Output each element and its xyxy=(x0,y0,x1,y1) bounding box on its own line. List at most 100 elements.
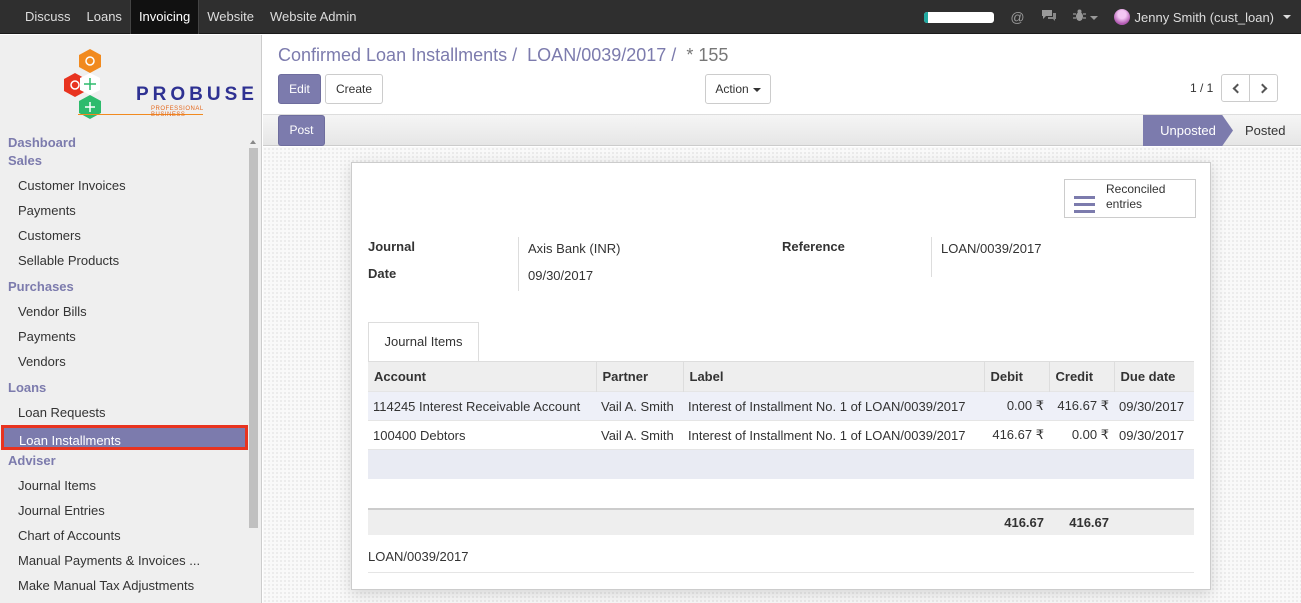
cell-credit: 0.00 ₹ xyxy=(1049,420,1114,450)
chevron-down-icon xyxy=(752,87,761,92)
sidebar-item-sellable-products[interactable]: Sellable Products xyxy=(0,248,248,273)
sidebar-item-journal-entries[interactable]: Journal Entries xyxy=(0,498,248,523)
menu-loans[interactable]: Loans xyxy=(79,0,130,34)
breadcrumb-separator: / xyxy=(512,45,518,65)
action-label: Action xyxy=(715,82,749,96)
menu-website-admin[interactable]: Website Admin xyxy=(262,0,364,34)
cell-label: Interest of Installment No. 1 of LOAN/00… xyxy=(683,391,984,421)
breadcrumb-current: * 155 xyxy=(686,45,729,65)
sidebar-item-manual-payments[interactable]: Manual Payments & Invoices ... xyxy=(0,548,248,573)
table-header: Account Partner Label Debit Credit Due d… xyxy=(368,361,1194,392)
column-credit[interactable]: Credit xyxy=(1049,361,1115,392)
post-button[interactable]: Post xyxy=(278,115,325,146)
column-due-date[interactable]: Due date xyxy=(1114,361,1194,392)
cell-label: Interest of Installment No. 1 of LOAN/00… xyxy=(683,420,984,450)
user-menu[interactable]: Jenny Smith (cust_loan) xyxy=(1113,9,1291,25)
sidebar-item-loan-installments[interactable]: Loan Installments xyxy=(1,425,248,450)
field-divider xyxy=(931,237,932,277)
create-button[interactable]: Create xyxy=(325,74,383,104)
sidebar-section-purchases: Purchases xyxy=(8,279,74,294)
empty-row xyxy=(368,449,1194,479)
chevron-down-icon xyxy=(1283,15,1291,19)
logo-text: PROBUSE xyxy=(136,84,258,105)
journal-label: Journal xyxy=(368,239,415,254)
pager-next[interactable] xyxy=(1249,74,1278,102)
logo-subtitle: PROFESSIONAL BUSINESS xyxy=(151,106,204,118)
cell-due-date: 09/30/2017 xyxy=(1114,420,1194,450)
reconciled-entries-button[interactable]: Reconciled entries xyxy=(1064,179,1196,218)
sidebar-menu: Dashboard Sales Customer Invoices Paymen… xyxy=(0,134,248,598)
menu-discuss[interactable]: Discuss xyxy=(17,0,79,34)
stage-unposted[interactable]: Unposted xyxy=(1143,115,1233,146)
breadcrumb-installments[interactable]: Confirmed Loan Installments xyxy=(278,45,507,65)
cell-due-date: 09/30/2017 xyxy=(1114,391,1194,421)
divider xyxy=(368,572,1194,573)
stage-posted[interactable]: Posted xyxy=(1245,115,1285,146)
sidebar-item-customer-invoices[interactable]: Customer Invoices xyxy=(0,173,248,198)
chevron-down-icon xyxy=(1089,16,1098,21)
reference-value: LOAN/0039/2017 xyxy=(941,241,1042,256)
menu-website[interactable]: Website xyxy=(199,0,262,34)
sidebar-item-vendors[interactable]: Vendors xyxy=(0,349,248,374)
top-navbar: Discuss Loans Invoicing Website Website … xyxy=(0,0,1301,34)
breadcrumb-loan[interactable]: LOAN/0039/2017 xyxy=(527,45,666,65)
systray: @ Jenny Smith (cust_loan) xyxy=(924,0,1291,34)
sidebar-item-payments[interactable]: Payments xyxy=(0,198,248,223)
move-reference: LOAN/0039/2017 xyxy=(368,549,469,564)
progress-bar xyxy=(924,11,995,23)
reference-label: Reference xyxy=(782,239,845,254)
cell-account: 114245 Interest Receivable Account xyxy=(368,391,596,421)
sidebar-item-customers[interactable]: Customers xyxy=(0,223,248,248)
cell-credit: 416.67 ₹ xyxy=(1049,391,1114,421)
edit-button[interactable]: Edit xyxy=(278,74,321,104)
tab-journal-items[interactable]: Journal Items xyxy=(368,322,479,362)
date-value: 09/30/2017 xyxy=(528,268,594,283)
date-label: Date xyxy=(368,266,397,281)
table-row[interactable]: 114245 Interest Receivable Account Vail … xyxy=(368,391,1194,421)
scroll-up-icon[interactable] xyxy=(250,140,256,144)
sidebar-item-vendor-payments[interactable]: Payments xyxy=(0,324,248,349)
scrollbar-thumb[interactable] xyxy=(249,148,258,528)
bug-icon[interactable] xyxy=(1072,9,1098,25)
action-dropdown[interactable]: Action xyxy=(705,74,771,104)
menu-invoicing[interactable]: Invoicing xyxy=(129,0,200,34)
sidebar-section-sales: Sales xyxy=(8,153,42,168)
chat-icon[interactable] xyxy=(1041,9,1057,25)
form-background: Reconciled entries Journal Date Axis Ban… xyxy=(263,147,1301,603)
chevron-left-icon xyxy=(1232,83,1242,93)
cell-partner: Vail A. Smith xyxy=(596,420,683,450)
sidebar-scrollbar[interactable] xyxy=(248,138,259,603)
total-credit: 416.67 xyxy=(1049,507,1114,535)
sidebar-section-dashboard[interactable]: Dashboard xyxy=(0,134,248,152)
column-partner[interactable]: Partner xyxy=(596,361,684,392)
field-divider xyxy=(518,237,519,291)
chevron-right-icon xyxy=(1257,83,1267,93)
pager-previous[interactable] xyxy=(1221,74,1250,102)
user-name: Jenny Smith (cust_loan) xyxy=(1134,9,1274,25)
cell-debit: 0.00 ₹ xyxy=(984,391,1049,421)
cell-debit: 416.67 ₹ xyxy=(984,420,1049,450)
progress-fill xyxy=(924,11,928,23)
company-logo[interactable]: PROBUSE PROFESSIONAL BUSINESS xyxy=(60,47,254,123)
sidebar-item-vendor-bills[interactable]: Vendor Bills xyxy=(0,299,248,324)
sidebar-item-chart-of-accounts[interactable]: Chart of Accounts xyxy=(0,523,248,548)
breadcrumb-separator: / xyxy=(671,45,677,65)
empty-row xyxy=(368,478,1194,509)
sidebar-item-loan-requests[interactable]: Loan Requests xyxy=(0,400,248,425)
column-debit[interactable]: Debit xyxy=(984,361,1050,392)
totals-row: 416.67 416.67 xyxy=(368,507,1194,535)
column-label[interactable]: Label xyxy=(683,361,985,392)
at-icon[interactable]: @ xyxy=(1010,9,1024,25)
total-debit: 416.67 xyxy=(984,507,1049,535)
main-content: Confirmed Loan Installments / LOAN/0039/… xyxy=(263,35,1301,603)
pager-value[interactable]: 1 / 1 xyxy=(1190,81,1213,95)
sidebar-item-manual-tax-adjustments[interactable]: Make Manual Tax Adjustments xyxy=(0,573,248,598)
cell-partner: Vail A. Smith xyxy=(596,391,683,421)
breadcrumb: Confirmed Loan Installments / LOAN/0039/… xyxy=(278,45,728,66)
sidebar-item-journal-items[interactable]: Journal Items xyxy=(0,473,248,498)
sidebar-section-adviser: Adviser xyxy=(8,453,56,468)
table-row[interactable]: 100400 Debtors Vail A. Smith Interest of… xyxy=(368,420,1194,450)
journal-items-table: Account Partner Label Debit Credit Due d… xyxy=(368,361,1194,535)
sidebar: PROBUSE PROFESSIONAL BUSINESS Dashboard … xyxy=(0,35,262,603)
column-account[interactable]: Account xyxy=(368,361,597,392)
